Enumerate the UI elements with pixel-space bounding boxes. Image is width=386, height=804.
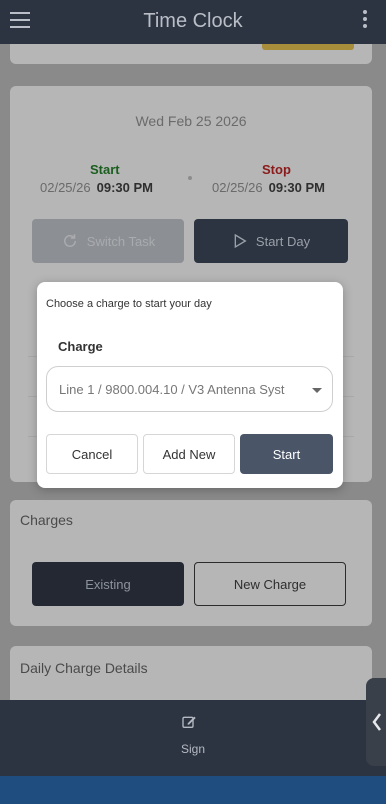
charge-select[interactable]: Line 1 / 9800.004.10 / V3 Antenna Syst bbox=[46, 366, 333, 412]
charges-card: Charges Existing New Charge bbox=[10, 500, 372, 626]
start-label: Start bbox=[90, 162, 120, 177]
stop-time: 09:30 PM bbox=[268, 180, 325, 195]
start-datetime: 02/25/26 09:30 PM bbox=[40, 180, 153, 195]
charges-title: Charges bbox=[20, 512, 73, 528]
daily-charge-details-title: Daily Charge Details bbox=[20, 660, 148, 676]
previous-card bbox=[10, 44, 372, 64]
start-button[interactable]: Start bbox=[240, 434, 333, 474]
status-tab bbox=[262, 44, 354, 50]
page-title: Time Clock bbox=[143, 10, 243, 32]
start-date: 02/25/26 bbox=[40, 180, 91, 195]
play-icon bbox=[234, 233, 247, 249]
dialog-prompt: Choose a charge to start your day bbox=[46, 298, 212, 310]
start-time: 09:30 PM bbox=[96, 180, 153, 195]
system-nav-strip bbox=[0, 776, 386, 804]
kebab-menu-icon[interactable] bbox=[362, 10, 368, 32]
bottom-nav: Sign bbox=[0, 700, 386, 776]
selected-charge: Line 1 / 9800.004.10 / V3 Antenna Syst bbox=[59, 381, 285, 397]
stop-label: Stop bbox=[262, 162, 291, 177]
chevron-left-icon bbox=[372, 713, 381, 731]
charge-label: Charge bbox=[58, 339, 103, 354]
start-day-dialog: Choose a charge to start your day Charge… bbox=[37, 282, 343, 488]
switch-task-button[interactable]: Switch Task bbox=[32, 219, 184, 263]
top-app-bar: Time Clock bbox=[0, 0, 386, 44]
add-new-button[interactable]: Add New bbox=[143, 434, 235, 474]
sign-label: Sign bbox=[180, 742, 206, 756]
switch-task-label: Switch Task bbox=[86, 233, 156, 249]
start-day-button[interactable]: Start Day bbox=[194, 219, 348, 263]
sign-tab[interactable]: Sign bbox=[150, 700, 236, 776]
refresh-icon bbox=[63, 234, 76, 247]
edit-icon bbox=[182, 716, 196, 728]
cancel-button[interactable]: Cancel bbox=[46, 434, 138, 474]
side-drawer-handle[interactable] bbox=[366, 678, 386, 766]
new-charge-button[interactable]: New Charge bbox=[194, 562, 346, 606]
stop-datetime: 02/25/26 09:30 PM bbox=[212, 180, 325, 195]
shift-date: Wed Feb 25 2026 bbox=[135, 113, 247, 129]
stop-date: 02/25/26 bbox=[212, 180, 263, 195]
existing-button[interactable]: Existing bbox=[32, 562, 184, 606]
chevron-down-icon bbox=[312, 388, 322, 393]
separator-dot bbox=[188, 176, 192, 180]
start-day-label: Start Day bbox=[255, 233, 311, 249]
